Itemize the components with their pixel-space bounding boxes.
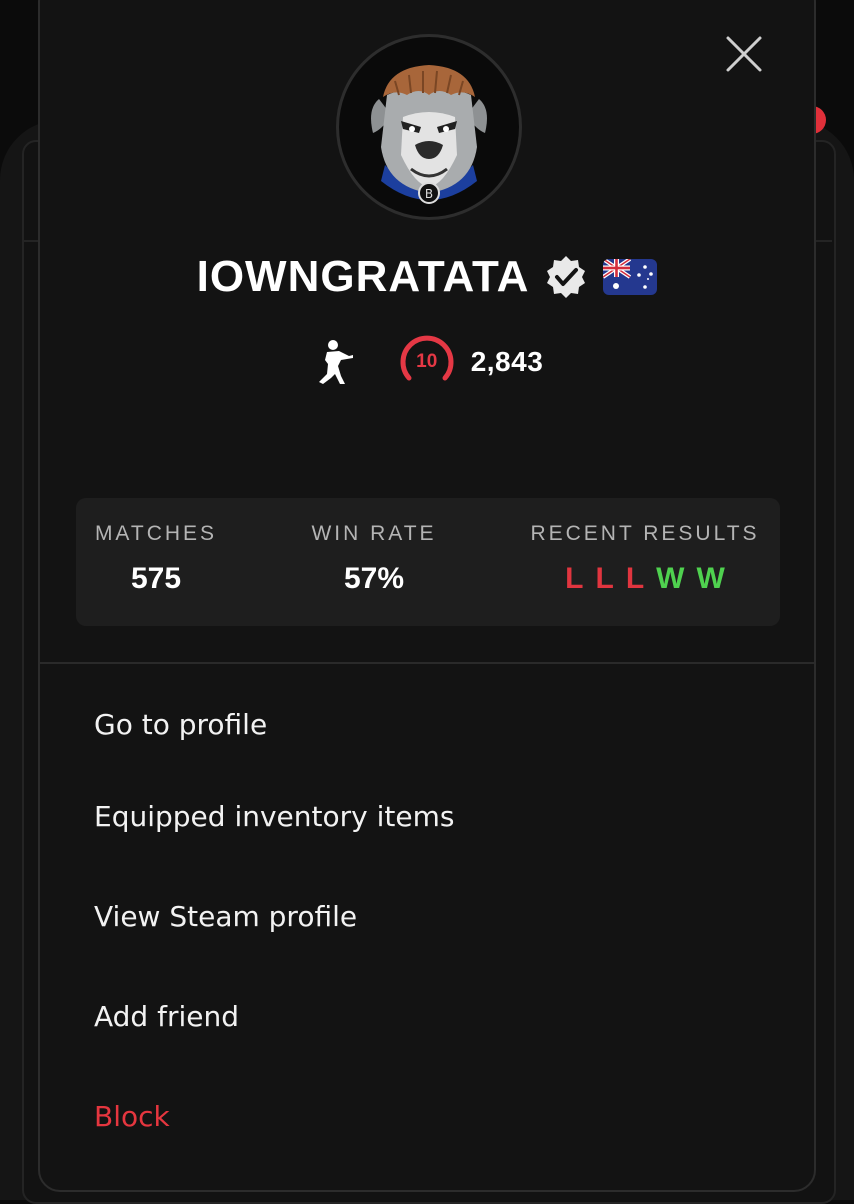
recent-results: L L L W W <box>530 562 760 596</box>
player-profile-modal: B IOWNGRATATA 10 2,843 MATCHES 575 WIN R… <box>38 0 816 1192</box>
result-item: W <box>696 562 725 595</box>
recent-results-label: RECENT RESULTS <box>530 522 760 545</box>
elo-rating: 2,843 <box>470 346 544 377</box>
verified-badge-icon <box>547 256 586 298</box>
result-item: L <box>625 562 645 595</box>
winrate-label: WIN RATE <box>311 522 437 545</box>
avatar: B <box>336 34 522 220</box>
username-row: IOWNGRATATA <box>40 242 814 312</box>
counter-strike-soldier-icon <box>318 340 353 384</box>
username: IOWNGRATATA <box>196 252 530 301</box>
result-item: L <box>565 562 584 595</box>
stats-panel: MATCHES 575 WIN RATE 57% RECENT RESULTS … <box>76 498 780 626</box>
matches-label: MATCHES <box>94 522 218 545</box>
australia-flag-icon <box>603 259 658 295</box>
winrate-stat: WIN RATE 57% <box>306 522 442 596</box>
block-button[interactable]: Block <box>94 1100 170 1133</box>
svg-text:B: B <box>425 187 433 201</box>
matches-stat: MATCHES 575 <box>94 522 218 596</box>
matches-value: 575 <box>130 562 182 595</box>
go-to-profile-link[interactable]: Go to profile <box>94 708 267 741</box>
view-steam-profile-link[interactable]: View Steam profile <box>94 900 357 933</box>
recent-results-stat: RECENT RESULTS L L L W W <box>530 522 760 596</box>
result-item: L <box>595 562 614 595</box>
menu-divider <box>40 662 814 664</box>
add-friend-button[interactable]: Add friend <box>94 1000 239 1033</box>
equipped-items-link[interactable]: Equipped inventory items <box>94 800 454 833</box>
bulldog-avatar-icon: B <box>371 65 487 204</box>
winrate-value: 57% <box>343 562 405 595</box>
skill-level-row: 10 2,843 <box>40 332 814 392</box>
result-item: W <box>656 562 685 595</box>
level-gauge-icon: 10 <box>397 332 457 392</box>
skill-level: 10 <box>416 351 438 372</box>
close-icon[interactable] <box>724 34 764 74</box>
